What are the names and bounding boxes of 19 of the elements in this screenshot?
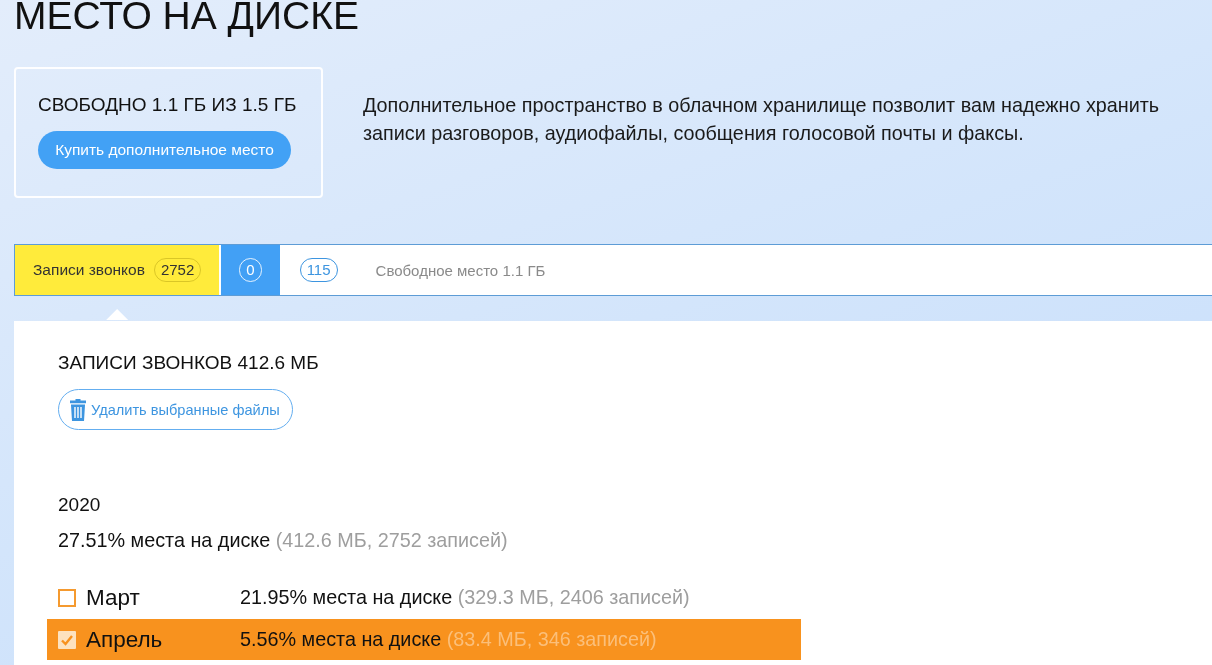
- section-heading: ЗАПИСИ ЗВОНКОВ 412.6 МБ: [58, 352, 319, 374]
- usage-tab[interactable]: 0: [219, 245, 280, 295]
- month-label: Апрель: [86, 626, 164, 653]
- month-label: Март: [86, 584, 141, 611]
- year-label: 2020: [58, 494, 101, 516]
- page-title: МЕСТО НА ДИСКЕ: [14, 0, 359, 36]
- free-space-label: Свободное место 1.1 ГБ: [375, 260, 546, 281]
- delete-files-button[interactable]: Удалить выбранные файлы: [58, 389, 293, 430]
- trash-icon: [70, 398, 86, 421]
- month-usage-text: 21.95% места на диске (329.3 МБ, 2406 записей): [240, 586, 690, 609]
- checkbox[interactable]: [58, 588, 76, 607]
- storage-description: Дополнительное пространство в облачном хранилище позволит вам надежно хранить записи разговоров, аудиофайлы, сообщения голосовой почты и факсы.: [363, 93, 1161, 146]
- year-usage-text: 27.51% места на диске (412.6 МБ, 2752 записей): [58, 529, 508, 551]
- month-usage-text: 5.56% места на диске (83.4 МБ, 346 записей): [240, 628, 657, 651]
- month-row[interactable]: Март 21.95% места на диске (329.3 МБ, 2406 записей): [47, 577, 801, 618]
- buy-storage-button[interactable]: Купить дополнительное место: [38, 131, 291, 169]
- storage-summary: СВОБОДНО 1.1 ГБ ИЗ 1.5 ГБ: [38, 94, 297, 116]
- month-row[interactable]: Апрель 5.56% места на диске (83.4 МБ, 346 записей): [47, 619, 801, 660]
- checked-checkbox[interactable]: [58, 630, 76, 649]
